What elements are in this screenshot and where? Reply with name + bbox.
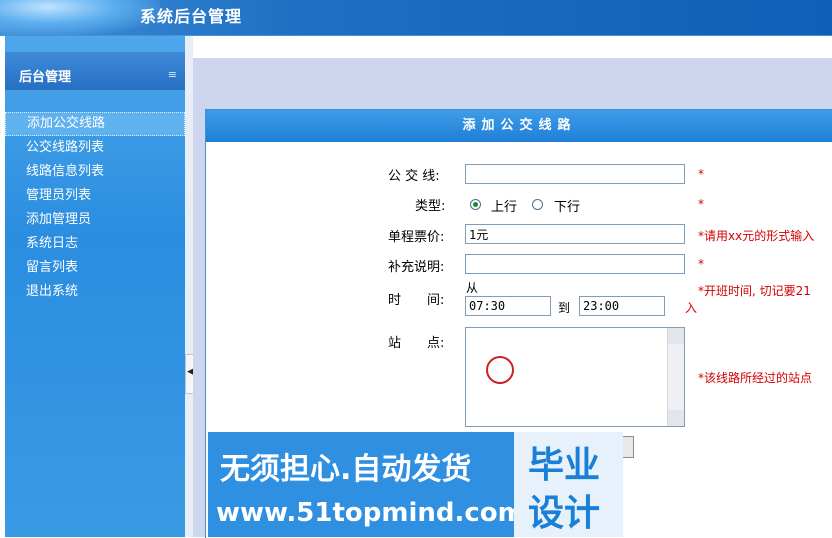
panel-title: 添加公交线路 xyxy=(206,110,832,142)
watermark-url: www.51topmind.com xyxy=(216,498,525,528)
watermark-badge: 毕业 设计 xyxy=(514,432,623,537)
time-label: 时 间: xyxy=(388,293,445,308)
watermark-badge-bottom: 设计 xyxy=(528,493,601,534)
start-time-input[interactable] xyxy=(465,296,551,316)
stations-scrollbar[interactable] xyxy=(667,328,684,426)
fare-label: 单程票价: xyxy=(388,230,445,245)
top-banner: 系统后台管理 xyxy=(0,0,832,36)
watermark-slogan: 无须担心.自动发货 xyxy=(220,452,472,487)
type-required-mark: * xyxy=(698,197,704,211)
sidebar-heading-label: 后台管理 xyxy=(19,70,72,85)
fare-hint: *请用xx元的形式输入 xyxy=(698,229,815,243)
type-down-label: 下行 xyxy=(554,200,581,215)
line-label: 公 交 线: xyxy=(388,169,440,184)
type-up-radio[interactable] xyxy=(470,199,481,210)
stations-label: 站 点: xyxy=(388,336,445,351)
sidebar-item-system-log[interactable]: 系统日志 xyxy=(5,232,185,256)
sidebar-item-admin-list[interactable]: 管理员列表 xyxy=(5,184,185,208)
sidebar-item-messages[interactable]: 留言列表 xyxy=(5,256,185,280)
main-top-strip xyxy=(193,36,832,58)
sidebar-item-logout[interactable]: 退出系统 xyxy=(5,280,185,304)
watermark-banner: 无须担心.自动发货 www.51topmind.com 毕业 设计 xyxy=(208,432,623,537)
sidebar-menu: 添加公交线路 公交线路列表 线路信息列表 管理员列表 添加管理员 系统日志 留言… xyxy=(5,112,185,304)
scroll-up-arrow-icon[interactable] xyxy=(668,328,684,344)
sidebar-item-add-admin[interactable]: 添加管理员 xyxy=(5,208,185,232)
time-from-label: 从 xyxy=(466,281,479,295)
note-input[interactable] xyxy=(465,254,685,274)
sidebar-item-route-info[interactable]: 线路信息列表 xyxy=(5,160,185,184)
banner-swirl-graphic xyxy=(0,0,160,35)
note-label: 补充说明: xyxy=(388,260,445,275)
chevron-down-icon[interactable]: ≡ xyxy=(168,68,177,81)
stations-hint: *该线路所经过的站点 xyxy=(698,371,813,385)
scroll-down-arrow-icon[interactable] xyxy=(668,410,684,426)
sidebar-heading[interactable]: 后台管理 ≡ xyxy=(5,52,185,90)
sidebar-splitter: ◀ xyxy=(185,36,194,537)
time-hint-continued: 入 xyxy=(685,301,698,315)
time-hint: *开班时间, 切记要21 xyxy=(698,284,811,298)
type-label: 类型: xyxy=(415,199,446,214)
time-to-label: 到 xyxy=(558,301,571,315)
watermark-badge-top: 毕业 xyxy=(528,445,601,486)
app-title: 系统后台管理 xyxy=(140,7,243,26)
fare-input[interactable] xyxy=(465,224,685,244)
red-circle-annotation xyxy=(486,356,514,384)
line-required-mark: * xyxy=(698,167,704,181)
sidebar-item-route-list[interactable]: 公交线路列表 xyxy=(5,136,185,160)
end-time-input[interactable] xyxy=(579,296,665,316)
note-required-mark: * xyxy=(698,257,704,271)
type-down-radio[interactable] xyxy=(532,199,543,210)
sidebar-item-add-route[interactable]: 添加公交线路 xyxy=(5,112,185,136)
type-up-label: 上行 xyxy=(491,200,518,215)
line-input[interactable] xyxy=(465,164,685,184)
